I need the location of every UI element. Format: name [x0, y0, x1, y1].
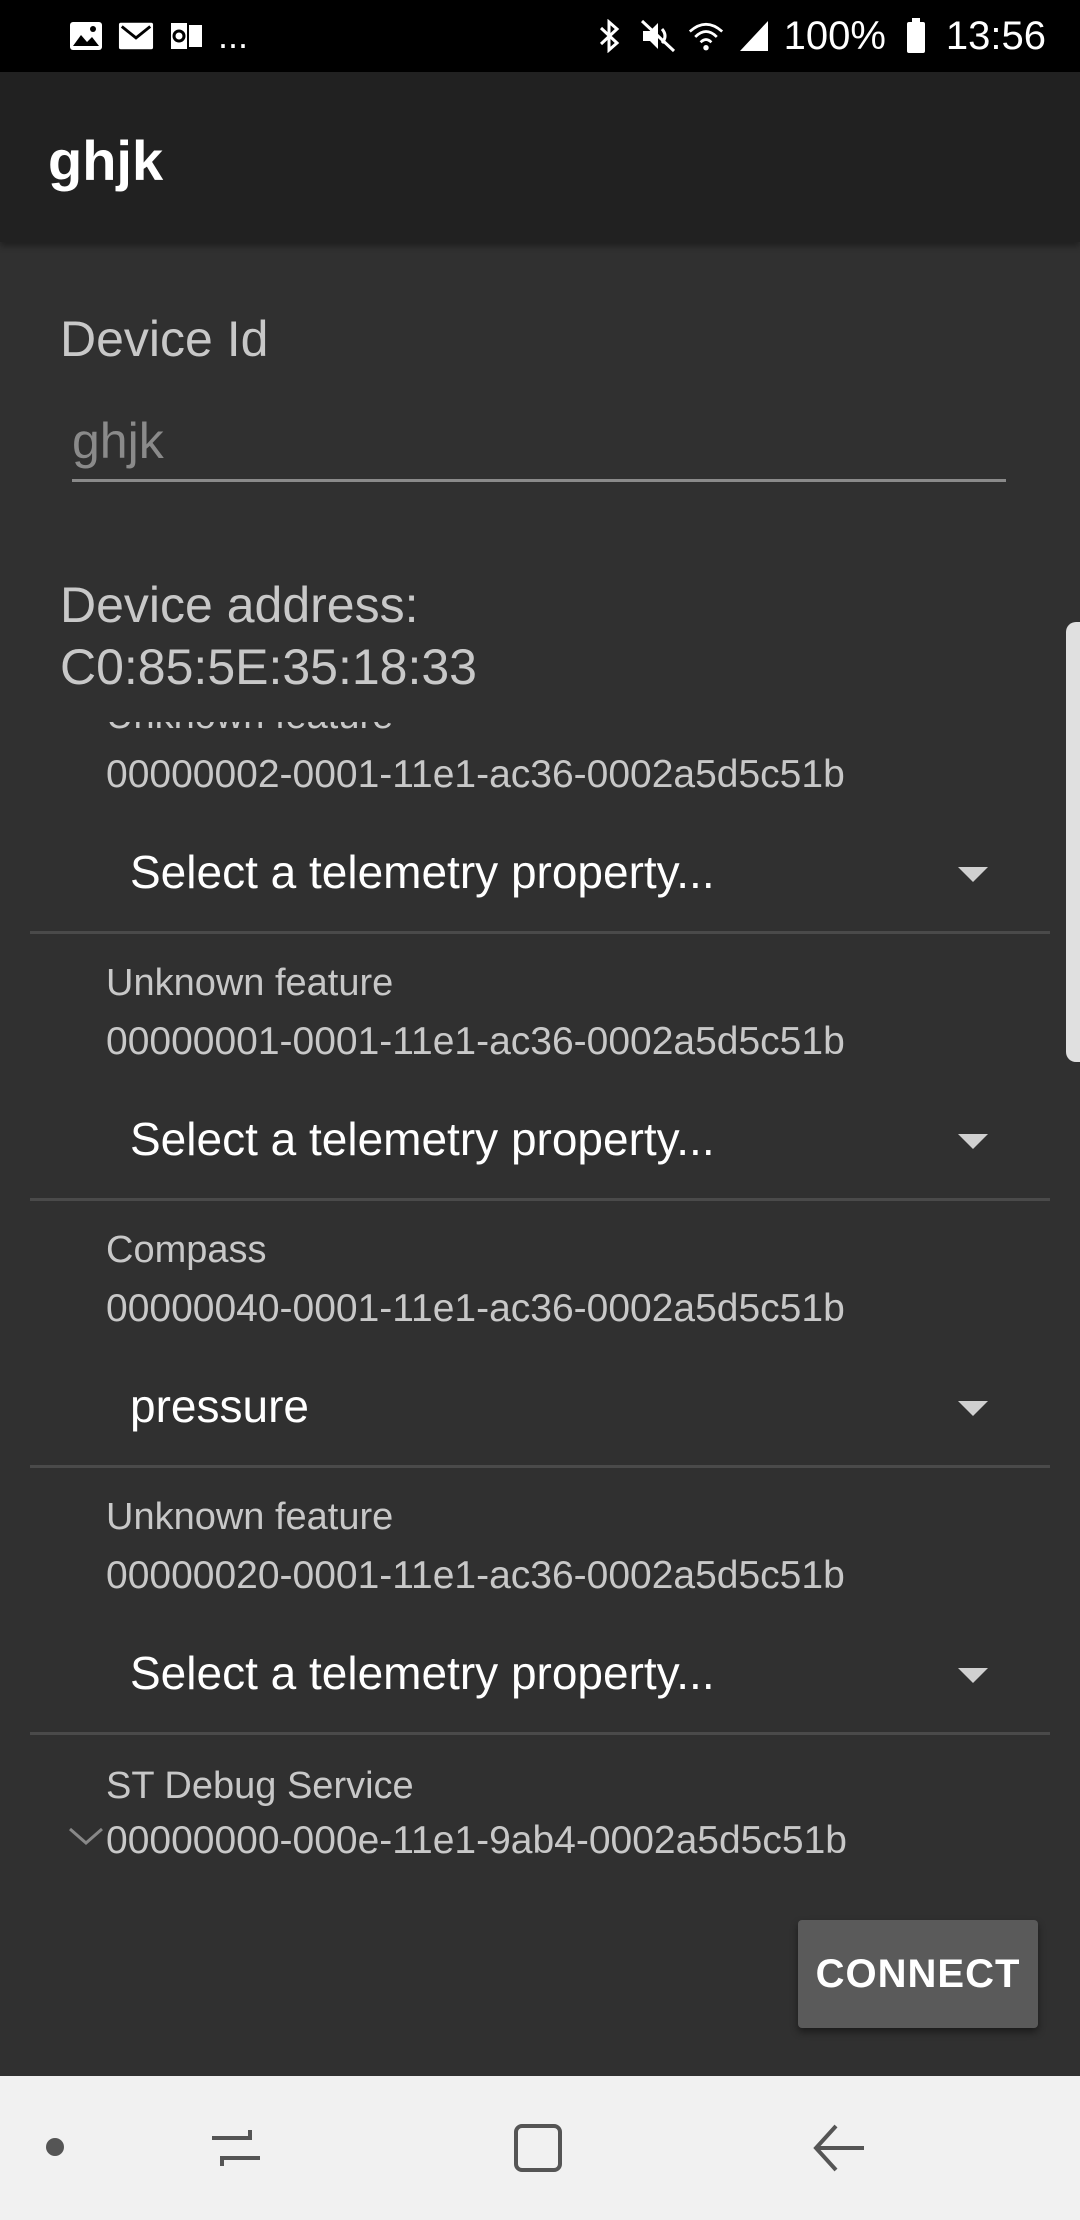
telemetry-property-select[interactable]: Select a telemetry property... [106, 1084, 1006, 1194]
service-name: ST Debug Service [106, 1765, 414, 1807]
dropdown-arrow-icon [958, 1668, 988, 1683]
telemetry-property-select-value: pressure [130, 1380, 309, 1432]
more-notifications-indicator: ... [218, 15, 249, 56]
notification-icons: ... [68, 15, 248, 57]
wifi-icon [688, 18, 724, 54]
feature-item: Compass 00000040-0001-11e1-ac36-0002a5d5… [0, 1201, 1080, 1468]
connect-button[interactable]: CONNECT [798, 1920, 1038, 2028]
system-icons: 100% 13:56 [592, 14, 1046, 59]
service-uuid: 00000000-000e-11e1-9ab4-0002a5d5c51b [106, 1819, 847, 1862]
telemetry-property-select[interactable]: pressure [106, 1351, 1006, 1461]
feature-uuid: 00000040-0001-11e1-ac36-0002a5d5c51b [106, 1287, 845, 1330]
feature-name: Compass [106, 1229, 267, 1271]
clock: 13:56 [945, 13, 1046, 58]
status-bar: ... 100% 13:56 [0, 0, 1080, 72]
app-bar: ghjk [0, 72, 1080, 242]
feature-item: Unknown feature 00000001-0001-11e1-ac36-… [0, 934, 1080, 1201]
telemetry-property-select[interactable]: Select a telemetry property... [106, 817, 1006, 927]
telemetry-property-select-value: Select a telemetry property... [130, 1647, 715, 1699]
email-icon [118, 18, 154, 54]
telemetry-property-select-value: Select a telemetry property... [130, 1113, 715, 1165]
device-id-label: Device Id [60, 311, 269, 367]
service-item[interactable]: ST Debug Service 00000000-000e-11e1-9ab4… [0, 1765, 1080, 1925]
device-id-input[interactable] [72, 402, 1006, 482]
navigation-bar [0, 2076, 1080, 2220]
feature-uuid: 00000001-0001-11e1-ac36-0002a5d5c51b [106, 1020, 845, 1063]
device-address: Device address: C0:85:5E:35:18:33 [60, 574, 477, 698]
feature-name: Unknown feature [106, 962, 394, 1004]
app-title: ghjk [48, 129, 164, 192]
mute-icon [640, 18, 676, 54]
divider [30, 1732, 1050, 1735]
back-icon[interactable] [808, 2116, 872, 2180]
feature-name: Unknown feature [106, 1496, 394, 1538]
dropdown-arrow-icon [958, 1401, 988, 1416]
home-icon[interactable] [506, 2116, 570, 2180]
gallery-icon [68, 18, 104, 54]
chevron-down-icon[interactable] [66, 1817, 106, 1857]
signal-icon [736, 18, 772, 54]
feature-uuid: 00000020-0001-11e1-ac36-0002a5d5c51b [106, 1554, 845, 1597]
device-address-value: C0:85:5E:35:18:33 [60, 639, 477, 695]
device-address-label: Device address: [60, 577, 419, 633]
feature-name: Unknown feature [106, 722, 393, 738]
telemetry-property-select[interactable]: Select a telemetry property... [106, 1618, 1006, 1728]
nav-dot-icon[interactable] [46, 2138, 64, 2156]
telemetry-property-select-value: Select a telemetry property... [130, 846, 715, 898]
battery-icon [898, 18, 934, 54]
main-content: Device Id Device address: C0:85:5E:35:18… [0, 242, 1080, 2076]
feature-list[interactable]: Unknown feature 00000002-0001-11e1-ac36-… [0, 722, 1080, 1947]
dropdown-arrow-icon [958, 867, 988, 882]
recent-apps-icon[interactable] [204, 2116, 268, 2180]
battery-percent: 100% [783, 13, 886, 58]
dropdown-arrow-icon [958, 1134, 988, 1149]
bluetooth-icon [592, 18, 628, 54]
scrollbar-thumb[interactable] [1066, 622, 1080, 1062]
feature-uuid: 00000002-0001-11e1-ac36-0002a5d5c51b [106, 753, 845, 796]
feature-item: Unknown feature 00000002-0001-11e1-ac36-… [0, 722, 1080, 934]
outlook-icon [168, 18, 204, 54]
feature-item: Unknown feature 00000020-0001-11e1-ac36-… [0, 1468, 1080, 1735]
